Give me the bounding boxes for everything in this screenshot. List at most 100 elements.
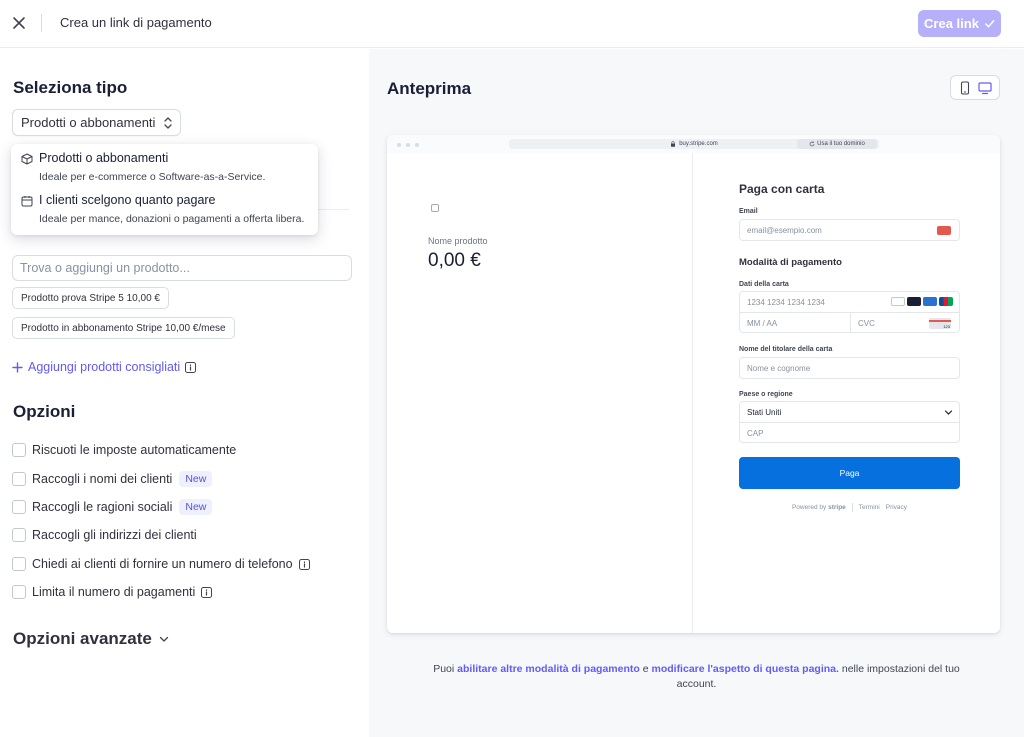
amex-icon (923, 297, 937, 306)
note-middle: e (642, 663, 649, 675)
type-select[interactable]: Prodotti o abbonamenti (12, 109, 181, 136)
left-panel: Seleziona tipo Prodotti o abbonamenti Pr… (0, 49, 369, 737)
use-domain-label: Usa il tuo dominio (817, 141, 865, 147)
chevron-down-icon (159, 636, 169, 642)
card-label: Dati della carta (739, 281, 789, 288)
window-dot (397, 143, 401, 147)
option-label: Chiedi ai clienti di fornire un numero d… (32, 557, 293, 571)
new-badge: New (179, 499, 213, 515)
add-recommended-products-label: Aggiungi prodotti consigliati (28, 360, 181, 374)
advanced-options-toggle[interactable]: Opzioni avanzate (13, 629, 170, 649)
card-fields: 1234 1234 1234 1234 MM / AA CVC 123 (739, 291, 960, 333)
terms-link[interactable]: Termini (859, 504, 880, 511)
mastercard-icon (907, 297, 921, 306)
checkout-divider (692, 153, 693, 633)
dropdown-option-desc: Ideale per e-commerce o Software-as-a-Se… (39, 171, 266, 183)
cvc-card-stripe (929, 320, 951, 322)
dropdown-option-customer-chooses[interactable]: I clienti scelgono quanto pagare Ideale … (11, 186, 318, 228)
settings-note: Puoi abilitare altre modalità di pagamen… (419, 662, 974, 692)
add-recommended-products-link[interactable]: Aggiungi prodotti consigliati (12, 360, 197, 374)
email-label: Email (739, 208, 758, 215)
info-icon[interactable] (185, 361, 197, 373)
option-phone-number[interactable]: Chiedi ai clienti di fornire un numero d… (12, 555, 310, 573)
option-label: Raccogli i nomi dei clienti (32, 472, 173, 486)
device-toggle (950, 75, 1000, 100)
cvc-field[interactable]: CVC (851, 313, 921, 333)
product-search-input[interactable] (12, 255, 352, 281)
country-label: Paese o regione (739, 391, 793, 398)
address-fields: Stati Uniti CAP (739, 401, 960, 443)
desktop-icon[interactable] (977, 81, 992, 95)
dropdown-option-title: Prodotti o abbonamenti (39, 151, 169, 165)
use-domain-button[interactable]: Usa il tuo dominio (797, 139, 877, 149)
card-number-field[interactable]: 1234 1234 1234 1234 (740, 292, 880, 312)
cardholder-field[interactable]: Nome e cognome (739, 357, 960, 379)
new-badge: New (179, 471, 213, 487)
checkout-form: Paga con carta Email email@esempio.com M… (739, 153, 960, 633)
dropdown-option-products[interactable]: Prodotti o abbonamenti Ideale per e-comm… (11, 144, 318, 186)
cardholder-placeholder: Nome e cognome (747, 363, 811, 373)
browser-preview: buy.stripe.com Usa il tuo dominio Nome p… (387, 135, 1000, 633)
powered-by-stripe: Powered by stripe (792, 504, 846, 511)
option-limit-payments[interactable]: Limita il numero di pagamenti (12, 583, 213, 601)
cardholder-label: Nome del titolare della carta (739, 346, 833, 353)
window-dot (415, 143, 419, 147)
option-label: Limita il numero di pagamenti (32, 585, 196, 599)
preview-panel: Anteprima buy.stripe.com Usa il tuo domi… (369, 49, 1024, 737)
country-select[interactable]: Stati Uniti (740, 402, 959, 422)
info-icon[interactable] (201, 586, 213, 598)
card-brands (889, 297, 953, 306)
option-label: Raccogli gli indirizzi dei clienti (32, 528, 197, 542)
advanced-options-label: Opzioni avanzate (13, 629, 152, 648)
checkout-footer: Powered by stripe Termini Privacy (739, 503, 960, 512)
product-chip[interactable]: Prodotto in abbonamento Stripe 10,00 €/m… (12, 317, 235, 339)
option-collect-addresses[interactable]: Raccogli gli indirizzi dei clienti (12, 526, 197, 544)
checkout-summary: Nome prodotto 0,00 € (387, 153, 692, 633)
checkbox[interactable] (12, 585, 26, 599)
product-image-icon (431, 204, 439, 212)
option-auto-tax[interactable]: Riscuoti le imposte automaticamente (12, 441, 236, 459)
checkbox[interactable] (12, 528, 26, 542)
calendar-icon (21, 196, 33, 207)
create-link-label: Crea link (924, 16, 979, 31)
plus-icon (12, 361, 23, 373)
option-collect-business-names[interactable]: Raccogli le ragioni sociali New (12, 498, 213, 516)
cvc-card-number: 123 (943, 324, 950, 329)
powered-by-label: Powered by (791, 504, 827, 511)
enable-payment-methods-link[interactable]: abilitare altre modalità di pagamento (457, 663, 640, 675)
chevron-down-icon (944, 410, 953, 415)
type-heading: Seleziona tipo (13, 78, 128, 97)
product-price: 0,00 € (428, 250, 481, 271)
cvc-card-icon: 123 (929, 318, 951, 329)
option-collect-names[interactable]: Raccogli i nomi dei clienti New (12, 470, 213, 488)
product-chip[interactable]: Prodotto prova Stripe 5 10,00 € (12, 287, 169, 309)
privacy-link[interactable]: Privacy (886, 504, 907, 511)
dropdown-option-title: I clienti scelgono quanto pagare (39, 193, 216, 207)
pay-button[interactable]: Paga (739, 457, 960, 489)
zip-field[interactable]: CAP (740, 423, 959, 443)
checkbox[interactable] (12, 443, 26, 457)
check-icon (985, 20, 995, 28)
header: Crea un link di pagamento Crea link (0, 0, 1024, 48)
checkbox[interactable] (12, 472, 26, 486)
form-heading: Paga con carta (739, 182, 825, 196)
info-icon[interactable] (298, 558, 310, 570)
close-icon[interactable] (10, 14, 28, 32)
refresh-icon (809, 141, 815, 147)
option-label: Raccogli le ragioni sociali (32, 500, 173, 514)
preview-title: Anteprima (387, 79, 472, 98)
expiry-field[interactable]: MM / AA (740, 313, 850, 333)
payment-method-heading: Modalità di pagamento (739, 257, 842, 268)
visa-icon (891, 297, 905, 306)
browser-bar: buy.stripe.com Usa il tuo dominio (387, 135, 1000, 153)
customize-appearance-link[interactable]: modificare l'aspetto di questa pagina. (651, 663, 838, 675)
product-name: Nome prodotto (428, 236, 488, 246)
checkbox[interactable] (12, 500, 26, 514)
checkbox[interactable] (12, 557, 26, 571)
email-field[interactable]: email@esempio.com (739, 219, 960, 241)
mobile-icon[interactable] (959, 80, 971, 95)
footer-separator (851, 503, 853, 512)
create-link-button[interactable]: Crea link (918, 10, 1001, 37)
note-prefix: Puoi (433, 663, 455, 675)
options-heading: Opzioni (13, 402, 76, 421)
